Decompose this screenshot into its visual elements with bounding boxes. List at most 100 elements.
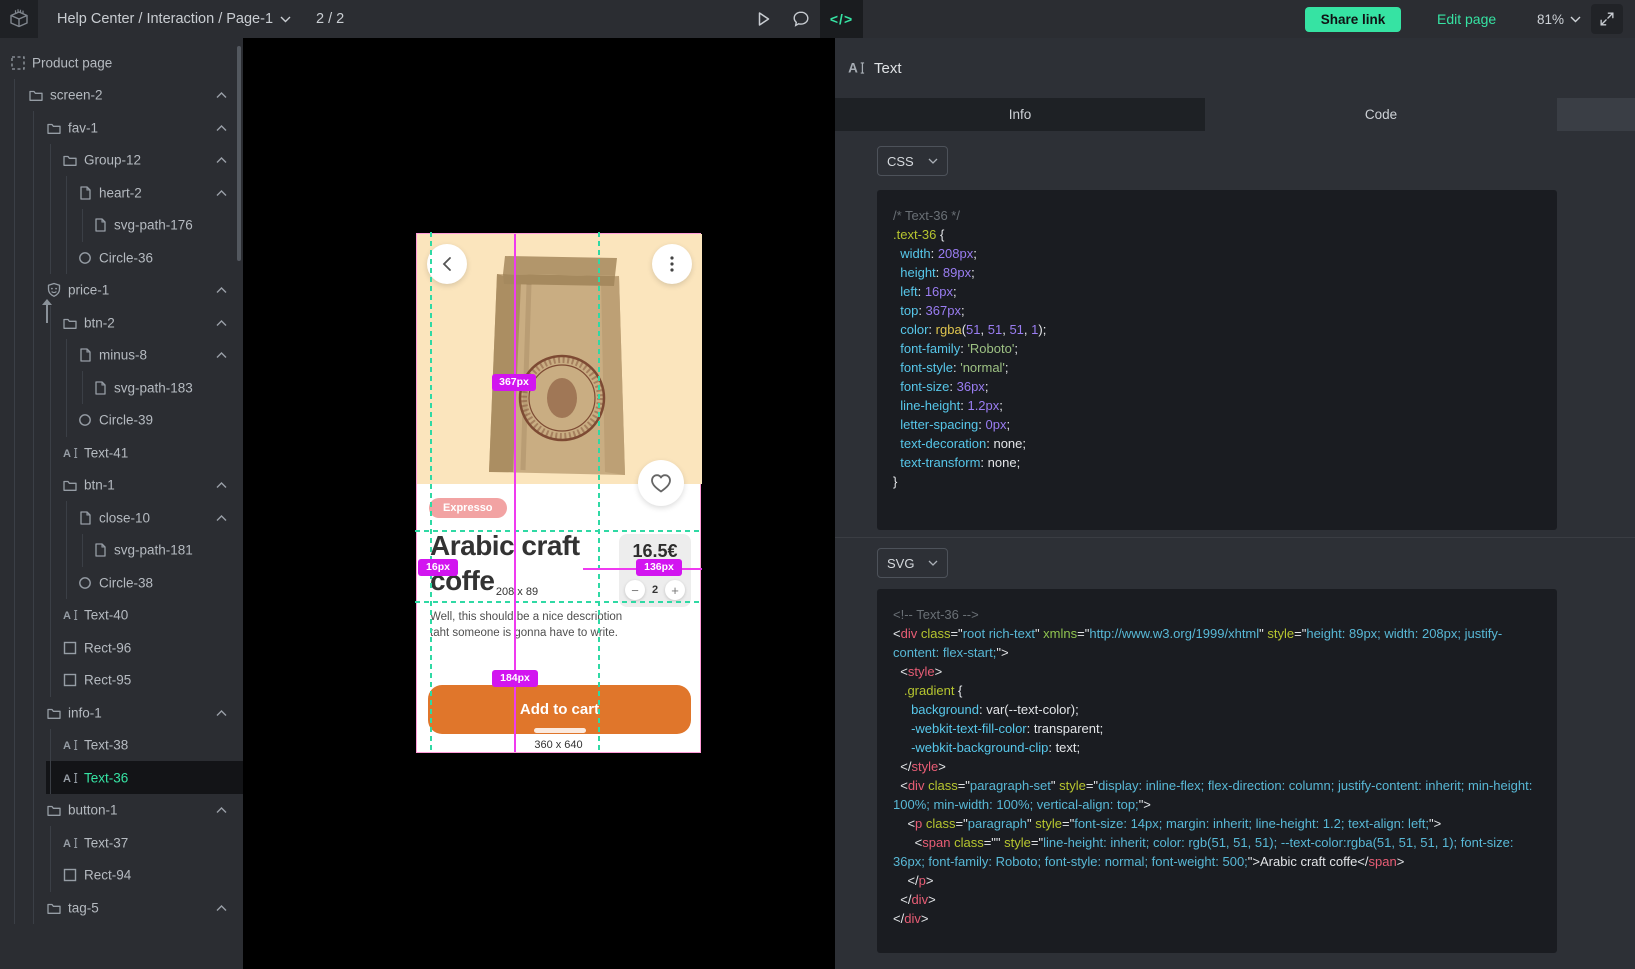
tree-guide-line (33, 144, 34, 177)
code-line: text-decoration: none; (893, 434, 1541, 453)
layer-row-close-10[interactable]: close-10 (0, 501, 243, 534)
layer-row-svg-path-181[interactable]: svg-path-181 (0, 534, 243, 567)
add-to-cart-button[interactable]: Add to cart (428, 685, 691, 734)
svg-code-block[interactable]: <!-- Text-36 --><div class="root rich-te… (877, 589, 1557, 953)
edit-page-link[interactable]: Edit page (1437, 0, 1496, 38)
chevron-down-icon (928, 560, 938, 566)
code-line: font-style: 'normal'; (893, 358, 1541, 377)
layer-row-btn-2[interactable]: btn-2 (0, 306, 243, 339)
sidebar-scrollbar[interactable] (237, 46, 241, 261)
layer-row-text-40[interactable]: AText-40 (0, 599, 243, 632)
layer-row-circle-36[interactable]: Circle-36 (0, 241, 243, 274)
css-code-block[interactable]: /* Text-36 */.text-36 { width: 208px; he… (877, 190, 1557, 530)
tree-guide-line (14, 274, 15, 307)
svg-file-icon (77, 185, 93, 201)
favorite-button[interactable] (638, 460, 684, 506)
breadcrumb[interactable]: Help Center / Interaction / Page-1 (57, 0, 291, 38)
layer-row-svg-path-176[interactable]: svg-path-176 (0, 209, 243, 242)
tree-guide-line (14, 209, 15, 242)
layer-row-circle-39[interactable]: Circle-39 (0, 404, 243, 437)
tree-guide-line (33, 891, 34, 924)
chevron-down-icon (280, 16, 291, 23)
chevron-down-icon (1570, 16, 1581, 23)
folder-icon (46, 120, 62, 136)
layer-row-text-38[interactable]: AText-38 (0, 729, 243, 762)
chevron-up-icon[interactable] (216, 482, 227, 489)
tree-guide-line (14, 534, 15, 567)
tree-guide-line (82, 534, 83, 567)
code-line: -webkit-background-clip: text; (893, 738, 1541, 757)
chevron-up-icon[interactable] (216, 157, 227, 164)
layer-label: button-1 (68, 803, 118, 818)
share-link-button[interactable]: Share link (1305, 7, 1401, 32)
chevron-up-icon[interactable] (216, 319, 227, 326)
folder-icon (28, 87, 44, 103)
layer-row-text-37[interactable]: AText-37 (0, 826, 243, 859)
tree-guide-line (66, 241, 67, 274)
layer-row-button-1[interactable]: button-1 (0, 794, 243, 827)
layer-row-heart-2[interactable]: heart-2 (0, 176, 243, 209)
fullscreen-button[interactable] (1591, 4, 1623, 34)
tree-guide-line (50, 144, 51, 177)
chevron-up-icon[interactable] (216, 352, 227, 359)
layer-row-text-36[interactable]: AText-36 (0, 761, 243, 794)
code-line: <!-- Text-36 --> (893, 605, 1541, 624)
layer-row-btn-1[interactable]: btn-1 (0, 469, 243, 502)
screen-size-label: 360 x 640 (417, 739, 700, 751)
css-format-dropdown[interactable]: CSS (877, 146, 948, 176)
design-canvas[interactable]: Expresso Arabic craft coffe 208 x 89 16.… (243, 38, 835, 969)
coffee-bag-image (467, 248, 652, 484)
tree-guide-line (66, 209, 67, 242)
tab-info[interactable]: Info (835, 98, 1205, 131)
layer-row-info-1[interactable]: info-1 (0, 696, 243, 729)
chevron-up-icon[interactable] (216, 807, 227, 814)
layer-row-svg-path-183[interactable]: svg-path-183 (0, 371, 243, 404)
tree-guide-line (14, 696, 15, 729)
layer-row-tag-5[interactable]: tag-5 (0, 891, 243, 924)
svg-format-dropdown[interactable]: SVG (877, 548, 948, 578)
layer-row-rect-96[interactable]: Rect-96 (0, 631, 243, 664)
layer-row-text-41[interactable]: AText-41 (0, 436, 243, 469)
tree-guide-line (33, 306, 34, 339)
layer-row-fav-1[interactable]: fav-1 (0, 111, 243, 144)
chevron-up-icon[interactable] (216, 124, 227, 131)
product-tag[interactable]: Expresso (429, 498, 507, 518)
layer-row-screen-2[interactable]: screen-2 (0, 79, 243, 112)
layer-label: Group-12 (84, 153, 141, 168)
decrease-button[interactable]: − (625, 580, 645, 600)
chevron-up-icon[interactable] (216, 514, 227, 521)
layer-row-rect-94[interactable]: Rect-94 (0, 859, 243, 892)
tree-guide-line (82, 209, 83, 242)
comment-button[interactable] (782, 0, 820, 38)
chevron-up-icon[interactable] (216, 92, 227, 99)
tab-code[interactable]: Code (1205, 98, 1557, 131)
code-line: width: 208px; (893, 244, 1541, 263)
chevron-up-icon[interactable] (216, 287, 227, 294)
more-menu-button[interactable] (652, 244, 692, 284)
layer-row-circle-38[interactable]: Circle-38 (0, 566, 243, 599)
back-button[interactable] (427, 244, 467, 284)
play-button[interactable] (744, 0, 782, 38)
layer-row-product page[interactable]: Product page (0, 46, 243, 79)
comment-icon (791, 9, 811, 29)
layer-row-group-12[interactable]: Group-12 (0, 144, 243, 177)
layer-row-rect-95[interactable]: Rect-95 (0, 664, 243, 697)
layer-row-price-1[interactable]: price-1 (0, 274, 243, 307)
chevron-up-icon[interactable] (216, 189, 227, 196)
code-mode-button[interactable]: </> (820, 0, 863, 38)
app-logo[interactable] (0, 0, 38, 38)
tree-guide-line (33, 404, 34, 437)
increase-button[interactable]: + (665, 580, 685, 600)
tree-guide-line (14, 241, 15, 274)
svg-text:A: A (63, 740, 71, 752)
text-icon: A (62, 737, 78, 753)
zoom-level-dropdown[interactable]: 81% (1537, 0, 1581, 38)
fullscreen-icon (1598, 10, 1616, 28)
layer-label: info-1 (68, 705, 102, 720)
layer-row-minus-8[interactable]: minus-8 (0, 339, 243, 372)
product-screen-frame[interactable]: Expresso Arabic craft coffe 208 x 89 16.… (416, 233, 701, 753)
chevron-up-icon[interactable] (216, 904, 227, 911)
chevron-up-icon[interactable] (216, 709, 227, 716)
code-line: height: 89px; (893, 263, 1541, 282)
tree-guide-line (33, 469, 34, 502)
